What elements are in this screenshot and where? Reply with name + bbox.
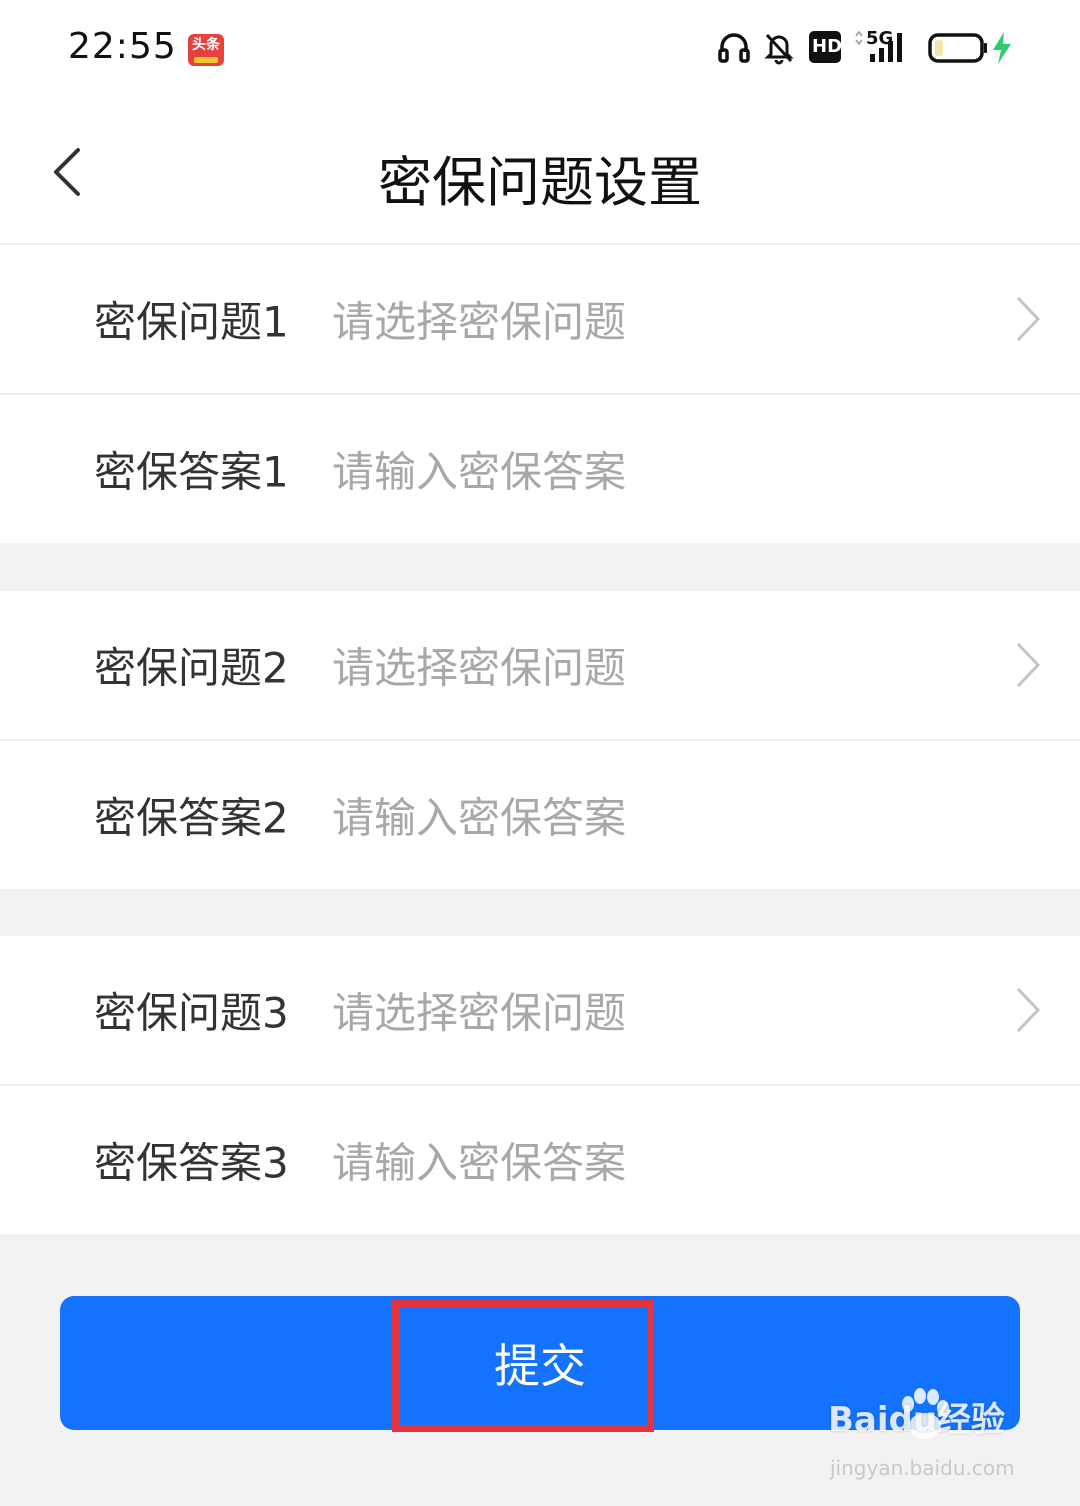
security-question-3-row[interactable]: 密保问题3 请选择密保问题 — [0, 936, 1080, 1084]
security-question-1-select[interactable]: 请选择密保问题 — [332, 289, 626, 350]
security-answer-3-input[interactable]: 请输入密保答案 — [332, 1130, 626, 1191]
security-question-3-select[interactable]: 请选择密保问题 — [332, 980, 626, 1041]
baidu-watermark: Baidu经验 — [828, 1400, 1006, 1440]
app-badge-label: 头条 — [192, 37, 220, 53]
security-answer-2-label: 密保答案2 — [94, 793, 289, 843]
security-question-2-select[interactable]: 请选择密保问题 — [332, 635, 626, 696]
security-question-2-row[interactable]: 密保问题2 请选择密保问题 — [0, 591, 1080, 739]
security-question-2-label: 密保问题2 — [94, 643, 289, 693]
chevron-right-icon — [1016, 987, 1041, 1033]
status-bar: 22:55 头条 HD 5G — [0, 0, 1080, 100]
charging-icon — [993, 32, 1011, 64]
security-question-1-label: 密保问题1 — [94, 297, 289, 347]
battery-icon — [928, 33, 987, 63]
security-answer-2-row[interactable]: 密保答案2 请输入密保答案 — [0, 741, 1080, 889]
headset-icon — [718, 33, 750, 63]
security-answer-1-row[interactable]: 密保答案1 请输入密保答案 — [0, 395, 1080, 543]
security-answer-1-label: 密保答案1 — [94, 447, 289, 497]
toutiao-app-icon: 头条 — [188, 34, 224, 66]
security-answer-3-row[interactable]: 密保答案3 请输入密保答案 — [0, 1086, 1080, 1234]
security-question-1-row[interactable]: 密保问题1 请选择密保问题 — [0, 245, 1080, 393]
status-time: 22:55 — [68, 26, 177, 67]
security-answer-3-label: 密保答案3 — [94, 1138, 289, 1188]
hd-label: HD — [812, 36, 843, 57]
security-answer-1-input[interactable]: 请输入密保答案 — [332, 439, 626, 500]
chevron-right-icon — [1016, 642, 1041, 688]
highlight-box — [392, 1300, 654, 1432]
security-answer-2-input[interactable]: 请输入密保答案 — [332, 785, 626, 846]
security-question-3-label: 密保问题3 — [94, 988, 289, 1038]
header-bar: 密保问题设置 — [0, 100, 1080, 243]
chevron-right-icon — [1016, 296, 1041, 342]
bell-mute-icon — [764, 33, 794, 65]
baidu-watermark-url: jingyan.baidu.com — [830, 1456, 1015, 1480]
network-label: 5G — [866, 28, 894, 49]
page-title: 密保问题设置 — [378, 151, 702, 214]
